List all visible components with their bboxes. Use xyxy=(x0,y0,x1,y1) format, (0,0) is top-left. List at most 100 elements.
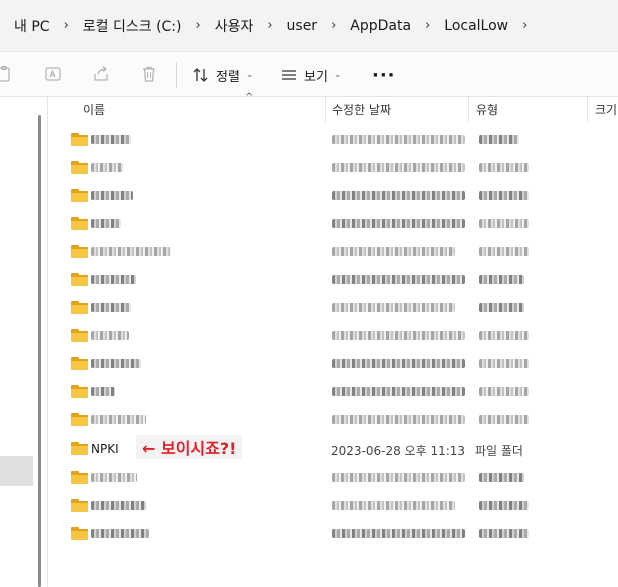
breadcrumb-local-disk[interactable]: 로컬 디스크 (C:) › xyxy=(75,11,207,41)
redacted-name xyxy=(91,275,136,284)
redacted-type xyxy=(479,135,519,144)
column-header-row: ^ 이름 수정한 날짜 유형 크기 xyxy=(49,92,618,123)
view-button[interactable]: 보기 ⌄ xyxy=(280,60,341,90)
chevron-right-icon[interactable]: › xyxy=(516,18,533,33)
list-item[interactable] xyxy=(49,293,618,321)
redacted-name xyxy=(91,359,141,368)
list-item[interactable] xyxy=(49,405,618,433)
breadcrumb-users[interactable]: 사용자 › xyxy=(207,11,279,41)
file-explorer-window: 내 PC › 로컬 디스크 (C:) › 사용자 › user › AppData › L… xyxy=(0,0,618,587)
folder-icon xyxy=(71,217,88,230)
redacted-name xyxy=(91,191,133,200)
list-item[interactable] xyxy=(49,463,618,491)
redacted-date xyxy=(332,275,465,284)
redacted-type xyxy=(479,247,529,256)
file-list: NPKI ← 보이시죠?! 2023-06-28 오후 11:13 파일 폴더 xyxy=(49,125,618,547)
redacted-date xyxy=(332,415,465,424)
redacted-type xyxy=(479,303,524,312)
list-item[interactable] xyxy=(49,265,618,293)
column-header-name[interactable]: 이름 xyxy=(83,101,105,118)
redacted-date xyxy=(332,529,465,538)
list-item[interactable] xyxy=(49,519,618,547)
redacted-name xyxy=(91,135,131,144)
redacted-date xyxy=(332,191,465,200)
list-item[interactable] xyxy=(49,125,618,153)
redacted-name xyxy=(91,247,171,256)
folder-icon xyxy=(71,357,88,370)
chevron-right-icon[interactable]: › xyxy=(58,18,75,33)
rename-icon[interactable] xyxy=(44,65,62,83)
sort-icon xyxy=(193,68,208,82)
list-item-npki[interactable]: NPKI ← 보이시죠?! 2023-06-28 오후 11:13 파일 폴더 xyxy=(49,433,618,463)
folder-icon xyxy=(71,442,88,455)
folder-icon xyxy=(71,189,88,202)
more-options-button[interactable]: ··· xyxy=(372,60,396,90)
folder-icon xyxy=(71,471,88,484)
list-item[interactable] xyxy=(49,491,618,519)
redacted-date xyxy=(332,303,455,312)
delete-icon[interactable] xyxy=(140,65,158,83)
list-item[interactable] xyxy=(49,181,618,209)
folder-icon xyxy=(71,499,88,512)
breadcrumb-this-pc[interactable]: 내 PC › xyxy=(6,11,75,41)
redacted-type xyxy=(479,501,529,510)
nav-selected-item[interactable] xyxy=(0,456,33,486)
column-divider[interactable] xyxy=(468,97,469,123)
breadcrumb-label: 로컬 디스크 (C:) xyxy=(82,18,182,35)
paste-icon[interactable] xyxy=(0,65,14,83)
redacted-type xyxy=(479,219,529,228)
column-divider[interactable] xyxy=(587,97,588,123)
breadcrumb-label: LocalLow xyxy=(444,17,509,34)
redacted-type xyxy=(479,275,524,284)
breadcrumb-locallow[interactable]: LocalLow › xyxy=(436,11,533,41)
share-icon[interactable] xyxy=(92,65,110,83)
folder-icon xyxy=(71,527,88,540)
column-divider[interactable] xyxy=(325,97,326,123)
breadcrumb-user[interactable]: user › xyxy=(279,11,343,41)
list-item[interactable] xyxy=(49,349,618,377)
column-header-type[interactable]: 유형 xyxy=(476,101,498,118)
list-item[interactable] xyxy=(49,237,618,265)
view-label: 보기 xyxy=(304,69,328,85)
address-bar[interactable]: 내 PC › 로컬 디스크 (C:) › 사용자 › user › AppData › L… xyxy=(0,0,618,52)
file-type: 파일 폴더 xyxy=(475,444,523,458)
list-item[interactable] xyxy=(49,153,618,181)
redacted-name xyxy=(91,303,131,312)
redacted-name xyxy=(91,473,137,482)
redacted-type xyxy=(479,473,524,482)
breadcrumb-label: 사용자 xyxy=(214,18,254,35)
redacted-date xyxy=(332,219,465,228)
nav-scrollbar[interactable] xyxy=(38,115,41,587)
redacted-name xyxy=(91,501,146,510)
redacted-date xyxy=(332,331,465,340)
redacted-date xyxy=(332,473,465,482)
chevron-right-icon[interactable]: › xyxy=(419,18,436,33)
breadcrumb-label: 내 PC xyxy=(14,18,50,35)
chevron-right-icon[interactable]: › xyxy=(325,18,342,33)
breadcrumb-appdata[interactable]: AppData › xyxy=(342,11,436,41)
redacted-type xyxy=(479,387,529,396)
toolbar-divider xyxy=(176,62,177,88)
redacted-date xyxy=(332,359,465,368)
navigation-pane[interactable] xyxy=(0,97,48,587)
command-bar: 정렬 ⌄ 보기 ⌄ ··· xyxy=(0,52,618,97)
folder-icon xyxy=(71,245,88,258)
sort-label: 정렬 xyxy=(216,69,240,85)
redacted-name xyxy=(91,387,115,396)
file-name: NPKI xyxy=(91,442,119,456)
list-item[interactable] xyxy=(49,209,618,237)
file-date-modified: 2023-06-28 오후 11:13 xyxy=(331,444,466,458)
redacted-name xyxy=(91,331,129,340)
redacted-date xyxy=(332,135,465,144)
folder-icon xyxy=(71,161,88,174)
folder-icon xyxy=(71,413,88,426)
folder-icon xyxy=(71,301,88,314)
column-header-size[interactable]: 크기 xyxy=(595,101,617,118)
chevron-right-icon[interactable]: › xyxy=(189,18,206,33)
column-header-date[interactable]: 수정한 날짜 xyxy=(332,101,391,118)
sort-button[interactable]: 정렬 ⌄ xyxy=(192,60,253,90)
list-item[interactable] xyxy=(49,377,618,405)
redacted-type xyxy=(479,163,529,172)
chevron-right-icon[interactable]: › xyxy=(261,18,278,33)
list-item[interactable] xyxy=(49,321,618,349)
